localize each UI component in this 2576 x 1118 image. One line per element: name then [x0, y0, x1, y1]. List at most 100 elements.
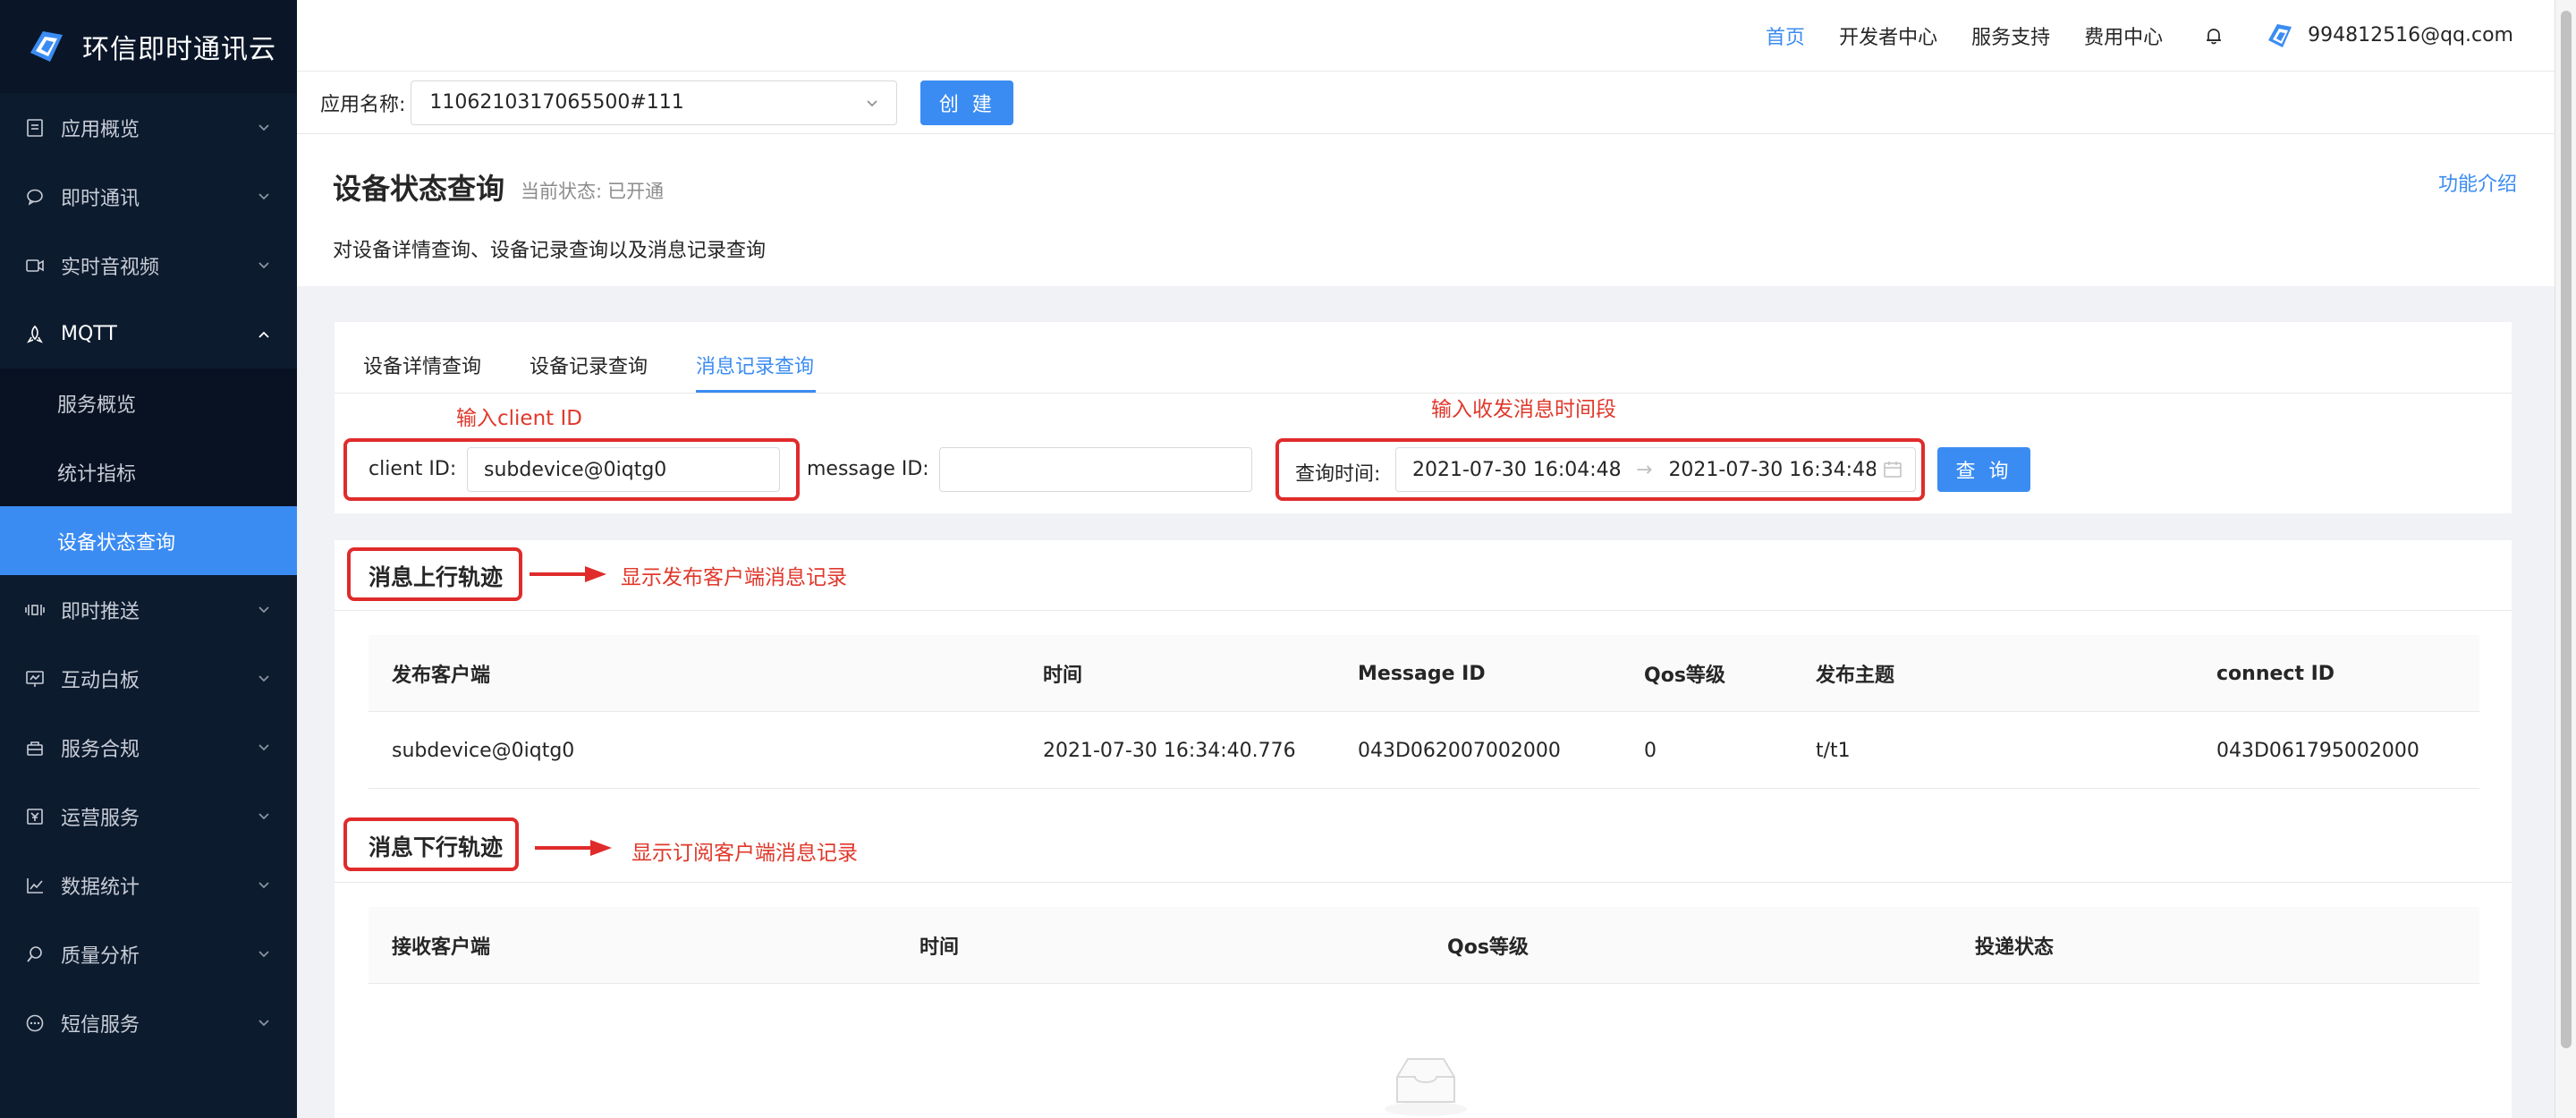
column-header: Qos等级: [1644, 665, 1725, 687]
feature-intro-link[interactable]: 功能介绍: [2438, 168, 2517, 197]
sidebar-item-statistics[interactable]: 数据统计: [0, 851, 297, 919]
tab-device-records[interactable]: 设备记录查询: [530, 351, 648, 379]
column-header: 发布主题: [1816, 665, 1895, 687]
sidebar-subitem-service-overview[interactable]: 服务概览: [0, 368, 297, 437]
chevron-down-icon: [258, 261, 269, 268]
tab-message-records[interactable]: 消息记录查询: [696, 351, 814, 379]
nav-link-support[interactable]: 服务支持: [1971, 21, 2050, 50]
page-description: 对设备详情查询、设备记录查询以及消息记录查询: [333, 240, 767, 262]
table-header: 发布客户端 时间 Message ID Qos等级 发布主题 connect I…: [369, 635, 2479, 712]
content-card: 设备详情查询 设备记录查询 消息记录查询 输入client ID 输入收发消息时…: [335, 322, 2512, 1118]
query-time-label: 查询时间:: [1295, 463, 1381, 486]
sidebar: 环信即时通讯云 应用概览 即时通讯 实时音视频 MQTT 服务概览 统计指标 设…: [0, 0, 297, 1118]
tab-device-detail[interactable]: 设备详情查询: [363, 351, 481, 379]
sidebar-item-mqtt[interactable]: MQTT: [0, 300, 297, 368]
sidebar-item-quality[interactable]: 质量分析: [0, 919, 297, 988]
column-header: Message ID: [1358, 662, 1486, 685]
status-text: 当前状态: 已开通: [521, 177, 664, 204]
table-cell: 0: [1644, 739, 1657, 762]
message-id-input[interactable]: [939, 447, 1252, 492]
tabs: 设备详情查询 设备记录查询 消息记录查询: [335, 322, 2512, 394]
page-header: 设备状态查询 当前状态: 已开通 对设备详情查询、设备记录查询以及消息记录查询 功…: [297, 134, 2555, 286]
client-id-label: client ID:: [369, 458, 457, 480]
brand-logo-icon: [30, 31, 63, 62]
start-time-value[interactable]: 2021-07-30 16:04:48: [1412, 459, 1620, 481]
end-time-value[interactable]: 2021-07-30 16:34:48: [1668, 459, 1876, 481]
app-select[interactable]: 1106210317065500#111: [411, 80, 898, 125]
section-divider: [335, 610, 2512, 611]
chevron-down-icon: [258, 674, 269, 682]
sidebar-item-compliance[interactable]: 服务合规: [0, 713, 297, 782]
client-id-value: subdevice@0iqtg0: [484, 458, 667, 481]
sidebar-item-app-overview[interactable]: 应用概览: [0, 93, 297, 162]
column-header: 时间: [919, 936, 960, 959]
annotation-arrow-icon: [530, 566, 606, 582]
chat-icon: [23, 185, 47, 208]
app-selector-bar: 应用名称: 1106210317065500#111 创 建: [297, 72, 2555, 134]
brand-name: 环信即时通讯云: [82, 34, 276, 65]
upstream-title: 消息上行轨迹: [369, 564, 504, 590]
calendar-icon: [1884, 462, 1902, 478]
app-select-value: 1106210317065500#111: [429, 91, 684, 114]
column-header: 时间: [1043, 665, 1083, 687]
sidebar-item-rtc[interactable]: 实时音视频: [0, 231, 297, 300]
page-scrollbar[interactable]: [2555, 0, 2576, 1118]
sidebar-item-push[interactable]: 即时推送: [0, 575, 297, 644]
column-header: 接收客户端: [392, 936, 491, 959]
chevron-down-icon: [258, 123, 269, 131]
video-icon: [23, 254, 47, 277]
nav-link-developer-center[interactable]: 开发者中心: [1839, 21, 1937, 50]
bell-icon[interactable]: [2204, 26, 2224, 46]
sidebar-item-whiteboard[interactable]: 互动白板: [0, 644, 297, 713]
time-range-picker[interactable]: 2021-07-30 16:04:48 → 2021-07-30 16:34:4…: [1395, 447, 1916, 492]
stats-icon: [23, 874, 47, 897]
filter-row: 输入client ID 输入收发消息时间段 client ID: subdevi…: [335, 394, 2512, 513]
annotation-client-hint: 输入client ID: [456, 407, 582, 430]
status-value: 已开通: [607, 181, 665, 202]
compliance-icon: [23, 736, 47, 759]
whiteboard-icon: [23, 667, 47, 690]
brand[interactable]: 环信即时通讯云: [0, 0, 297, 93]
chevron-down-icon: [258, 743, 269, 750]
app-name-label: 应用名称:: [320, 93, 406, 116]
user-email[interactable]: 994812516@qq.com: [2308, 24, 2513, 47]
sidebar-item-label: 互动白板: [61, 669, 140, 692]
annotation-upstream-hint: 显示发布客户端消息记录: [621, 566, 847, 589]
sidebar-item-label: MQTT: [61, 323, 117, 345]
downstream-table: 接收客户端 时间 Qos等级 投递状态: [369, 907, 2479, 984]
query-button[interactable]: 查 询: [1937, 447, 2030, 492]
user-avatar-icon[interactable]: [2265, 21, 2295, 51]
nav-link-billing[interactable]: 费用中心: [2084, 21, 2163, 50]
range-arrow-icon: →: [1636, 458, 1653, 481]
chevron-down-icon: [867, 99, 877, 106]
sidebar-subitem-device-status[interactable]: 设备状态查询: [0, 506, 297, 575]
column-header: Qos等级: [1447, 936, 1529, 959]
sidebar-item-im[interactable]: 即时通讯: [0, 162, 297, 231]
page-title: 设备状态查询: [333, 172, 505, 206]
upstream-table: 发布客户端 时间 Message ID Qos等级 发布主题 connect I…: [369, 635, 2479, 789]
sidebar-item-label: 运营服务: [61, 807, 140, 830]
chevron-down-icon: [258, 1019, 269, 1026]
chevron-down-icon: [258, 192, 269, 199]
create-button[interactable]: 创 建: [920, 80, 1014, 125]
chevron-down-icon: [258, 812, 269, 819]
sidebar-item-sms[interactable]: 短信服务: [0, 988, 297, 1057]
section-divider: [335, 882, 2512, 883]
column-header: connect ID: [2216, 662, 2335, 685]
mqtt-submenu: 服务概览 统计指标 设备状态查询: [0, 368, 297, 575]
sidebar-item-operations[interactable]: 运营服务: [0, 782, 297, 851]
sidebar-subitem-metrics[interactable]: 统计指标: [0, 437, 297, 506]
chevron-down-icon: [258, 606, 269, 613]
message-id-label: message ID:: [807, 458, 929, 480]
client-id-input[interactable]: subdevice@0iqtg0: [467, 447, 780, 492]
nav-link-home[interactable]: 首页: [1766, 21, 1805, 50]
empty-inbox-icon: [1385, 1058, 1467, 1116]
chevron-down-icon: [258, 881, 269, 888]
section-gap: [335, 513, 2512, 540]
scrollbar-thumb[interactable]: [2561, 11, 2572, 1048]
sidebar-item-label: 数据统计: [61, 876, 140, 899]
table-cell: 043D062007002000: [1358, 739, 1561, 762]
annotation-downstream-hint: 显示订阅客户端消息记录: [631, 842, 858, 865]
table-row[interactable]: subdevice@0iqtg0 2021-07-30 16:34:40.776…: [369, 712, 2479, 789]
chevron-up-icon: [258, 331, 269, 338]
